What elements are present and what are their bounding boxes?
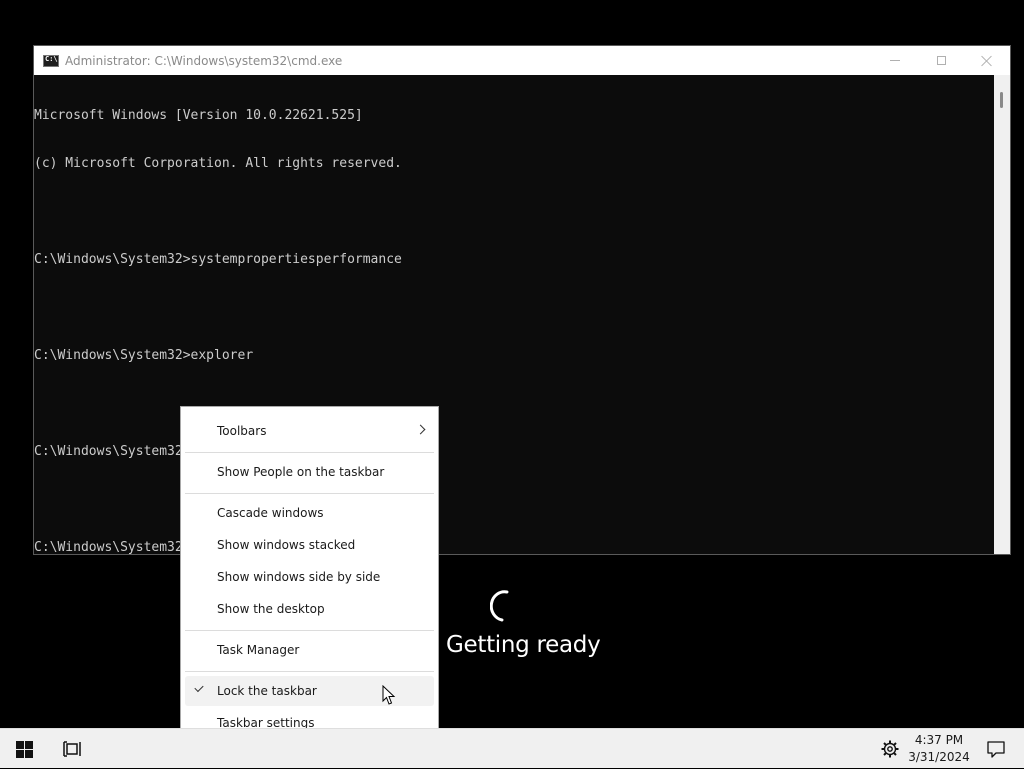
vertical-scrollbar[interactable] bbox=[994, 75, 1010, 554]
console-output[interactable]: Microsoft Windows [Version 10.0.22621.52… bbox=[34, 75, 994, 556]
menu-item-label: Task Manager bbox=[217, 643, 300, 657]
menu-item-label: Show windows stacked bbox=[217, 538, 356, 552]
menu-item-lock-taskbar[interactable]: Lock the taskbar bbox=[185, 676, 434, 706]
taskbar[interactable]: 4:37 PM 3/31/2024 bbox=[0, 728, 1024, 768]
menu-item-toolbars[interactable]: Toolbars bbox=[185, 416, 434, 446]
menu-separator bbox=[185, 671, 434, 672]
console-line: Microsoft Windows [Version 10.0.22621.52… bbox=[34, 108, 363, 123]
notification-icon bbox=[987, 740, 1005, 758]
clock-time: 4:37 PM bbox=[914, 733, 964, 747]
minimize-icon bbox=[890, 60, 900, 61]
close-icon bbox=[981, 55, 993, 67]
console-line: C:\Windows\System32>systempropertiesperf… bbox=[34, 444, 994, 460]
loading-spinner-icon bbox=[490, 590, 509, 622]
menu-separator bbox=[185, 493, 434, 494]
menu-item-label: Cascade windows bbox=[217, 506, 324, 520]
windows-start-icon bbox=[15, 740, 33, 758]
taskbar-context-menu: Toolbars Show People on the taskbar Casc… bbox=[180, 406, 439, 747]
menu-item-show-people[interactable]: Show People on the taskbar bbox=[185, 457, 434, 487]
menu-item-show-windows-side-by-side[interactable]: Show windows side by side bbox=[185, 562, 434, 592]
getting-ready-text: Getting ready bbox=[446, 632, 601, 658]
maximize-button[interactable] bbox=[918, 46, 964, 75]
console-line: C:\Windows\System32>systempropertiesperf… bbox=[34, 252, 402, 267]
menu-item-label: Toolbars bbox=[217, 424, 267, 438]
settings-gear-icon bbox=[881, 740, 899, 758]
menu-item-label: Show People on the taskbar bbox=[217, 465, 385, 479]
mouse-cursor-icon bbox=[382, 685, 396, 705]
menu-item-show-windows-stacked[interactable]: Show windows stacked bbox=[185, 530, 434, 560]
clock-date: 3/31/2024 bbox=[908, 750, 970, 764]
console-prompt-line[interactable]: C:\Windows\System32> bbox=[34, 540, 994, 556]
task-view-button[interactable] bbox=[48, 729, 96, 769]
start-button[interactable] bbox=[0, 729, 48, 769]
clock[interactable]: 4:37 PM 3/31/2024 bbox=[905, 729, 973, 769]
console-line: C:\Windows\System32>explorer bbox=[34, 348, 254, 363]
menu-item-show-desktop[interactable]: Show the desktop bbox=[185, 594, 434, 624]
close-button[interactable] bbox=[964, 46, 1010, 75]
menu-separator bbox=[185, 630, 434, 631]
maximize-icon bbox=[936, 56, 946, 65]
console-line: (c) Microsoft Corporation. All rights re… bbox=[34, 156, 402, 171]
menu-item-label: Lock the taskbar bbox=[217, 684, 317, 698]
title-bar[interactable]: Administrator: C:\Windows\system32\cmd.e… bbox=[34, 46, 1010, 75]
minimize-button[interactable] bbox=[872, 46, 918, 75]
menu-separator bbox=[185, 452, 434, 453]
chevron-right-icon bbox=[415, 424, 426, 435]
checkmark-icon bbox=[194, 682, 204, 693]
notification-button[interactable] bbox=[976, 729, 1016, 769]
menu-item-label: Show the desktop bbox=[217, 602, 325, 616]
window-title: Administrator: C:\Windows\system32\cmd.e… bbox=[65, 53, 343, 68]
menu-item-task-manager[interactable]: Task Manager bbox=[185, 635, 434, 665]
task-view-icon bbox=[63, 741, 81, 757]
scrollbar-thumb[interactable] bbox=[1000, 92, 1003, 108]
cmd-icon bbox=[43, 54, 59, 67]
menu-item-cascade-windows[interactable]: Cascade windows bbox=[185, 498, 434, 528]
menu-item-label: Show windows side by side bbox=[217, 570, 381, 584]
